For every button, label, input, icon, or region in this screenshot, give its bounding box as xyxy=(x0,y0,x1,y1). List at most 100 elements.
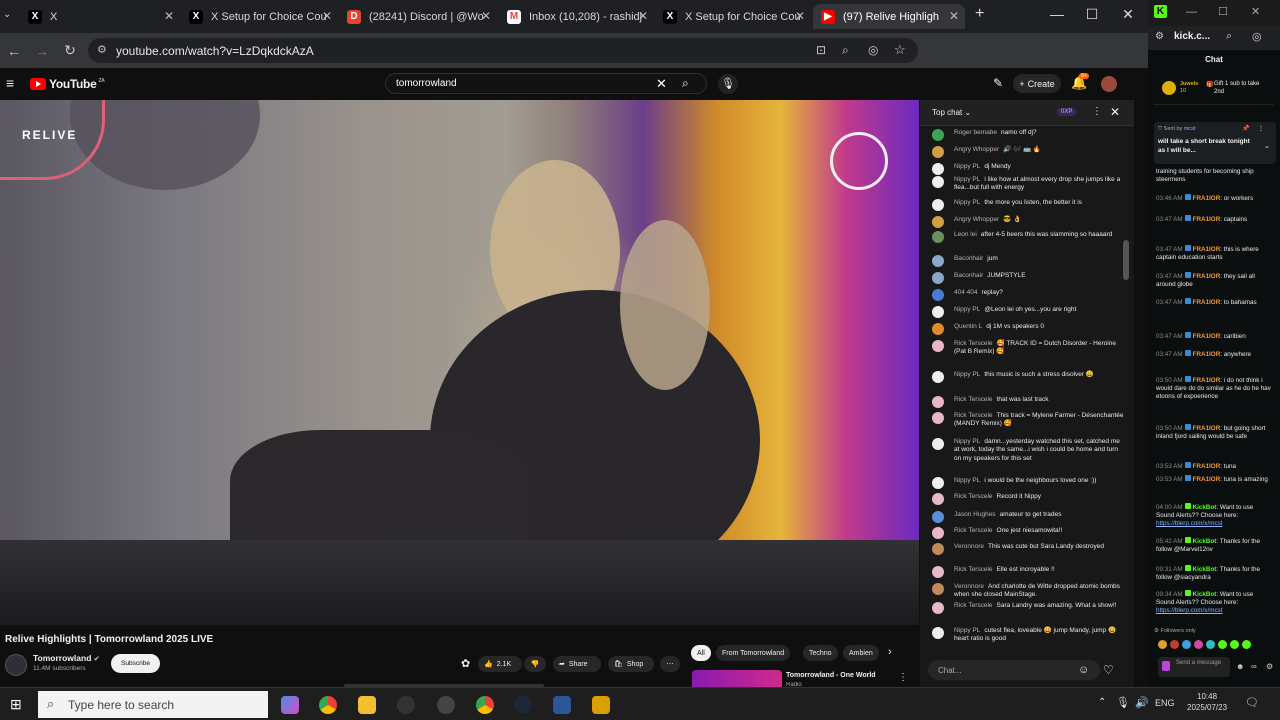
kick-username[interactable]: FRA1IOR xyxy=(1193,216,1221,223)
account-avatar[interactable] xyxy=(1101,76,1117,92)
chat-message[interactable]: Nippy PL cutest flea, loveable 😀 jump Man… xyxy=(932,627,1124,644)
emote-icon[interactable] xyxy=(1194,640,1203,649)
tray-chevron-icon[interactable]: ⌃ xyxy=(1098,697,1106,708)
youtube-logo[interactable]: YouTube ZA xyxy=(30,77,105,91)
kick-chat-message[interactable]: 03:47 AM FRA1IOR: they sail all around gl… xyxy=(1156,272,1272,289)
emote-icon[interactable] xyxy=(1170,640,1179,649)
like-button[interactable]: 👍 2.1K xyxy=(478,656,522,672)
chat-message[interactable]: Rick Terscele that was last track xyxy=(932,396,1124,408)
kick-close-icon[interactable]: ✕ xyxy=(1251,5,1260,18)
kick-message-link[interactable]: https://blerp.com/x/mcst xyxy=(1156,520,1223,527)
kick-eye-off-icon[interactable]: ◎ xyxy=(1252,30,1262,43)
chat-message[interactable]: Rick Terscele Sara Landry was amazing. Wh… xyxy=(932,602,1124,614)
emote-icon[interactable] xyxy=(1230,640,1239,649)
kick-settings-icon[interactable]: ⚙ xyxy=(1266,662,1273,671)
emote-icon[interactable] xyxy=(1206,640,1215,649)
steam-icon[interactable] xyxy=(514,696,532,714)
chat-message[interactable]: Nippy PL i like how at almost every drop … xyxy=(932,176,1124,193)
related-title[interactable]: Tomorrowland - One World xyxy=(786,672,876,679)
new-tab-button[interactable]: + xyxy=(975,5,984,23)
chat-input[interactable]: Chat... xyxy=(928,660,1100,680)
kick-chat-message[interactable]: 03:47 AM FRA1IOR: this is where captain e… xyxy=(1156,245,1272,262)
tray-volume-icon[interactable]: 🔊 xyxy=(1135,696,1149,709)
chat-message[interactable]: Veronnore This was cute but Sara Landy de… xyxy=(932,543,1124,555)
kick-chat-message[interactable]: training students for becoming ship stee… xyxy=(1156,168,1272,184)
kick-username[interactable]: FRA1IOR xyxy=(1193,425,1221,432)
heart-icon[interactable]: ♡ xyxy=(1103,663,1114,677)
emote-icon[interactable] xyxy=(1158,640,1167,649)
word-icon[interactable] xyxy=(553,696,571,714)
kick-minimize-icon[interactable]: — xyxy=(1186,6,1197,18)
kick-username[interactable]: KickBot xyxy=(1193,504,1217,511)
close-tab-icon[interactable]: ✕ xyxy=(322,9,332,23)
chat-scrollbar[interactable] xyxy=(1123,240,1129,280)
top-chat-dropdown[interactable]: Top chat ⌄ xyxy=(932,108,971,117)
chat-message[interactable]: Quentin Ldj 1M vs speakers 0 xyxy=(932,323,1124,335)
tray-time[interactable]: 10:48 xyxy=(1197,692,1217,701)
chip-from-channel[interactable]: From Tomorrowland xyxy=(716,645,791,661)
chat-message[interactable]: Rick Terscele Elle est incroyable !! xyxy=(932,566,1124,578)
chat-message[interactable]: Baconhair jum xyxy=(932,255,1124,267)
chat-message[interactable]: Baconhair JUMPSTYLE xyxy=(932,272,1124,284)
chat-message[interactable]: Jason Hughes amateur to get trades xyxy=(932,511,1124,523)
chip-all[interactable]: All xyxy=(691,645,711,661)
chips-next-icon[interactable]: › xyxy=(888,646,892,658)
kick-chat-message[interactable]: 03:47 AM FRA1IOR: captains xyxy=(1156,215,1272,224)
back-icon[interactable]: ← xyxy=(0,43,28,59)
related-menu-icon[interactable]: ⋮ xyxy=(898,672,908,683)
share-button[interactable]: ➦ Share xyxy=(553,656,601,672)
chat-message[interactable]: Veronnore And charlotte de Witte dropped … xyxy=(932,583,1124,600)
windows-start-icon[interactable]: ⊞ xyxy=(10,696,22,713)
chat-message[interactable]: Rick Terscele One jest niesamowita!! xyxy=(932,527,1124,539)
close-chat-icon[interactable]: ✕ xyxy=(1110,105,1120,119)
kick-username[interactable]: FRA1IOR xyxy=(1193,463,1221,470)
pinned-expand-icon[interactable]: ⌄ xyxy=(1264,142,1270,150)
chrome-icon[interactable] xyxy=(319,696,337,714)
copilot-icon[interactable] xyxy=(281,696,299,714)
emoji-icon[interactable]: ☺ xyxy=(1078,664,1089,676)
kick-site-info-icon[interactable]: ⚙ xyxy=(1155,31,1164,42)
close-tab-icon[interactable]: ✕ xyxy=(164,9,174,23)
close-tab-icon[interactable]: ✕ xyxy=(638,9,648,23)
emote-icon[interactable] xyxy=(1242,640,1251,649)
hamburger-menu-icon[interactable]: ≡ xyxy=(6,75,14,91)
studio-icon[interactable]: ✎ xyxy=(993,76,1003,90)
microphone-icon[interactable]: 🎙 xyxy=(718,74,738,94)
emote-icon[interactable] xyxy=(1182,640,1191,649)
kick-username[interactable]: FRA1IOR xyxy=(1193,351,1221,358)
more-actions-button[interactable]: ⋯ xyxy=(660,656,680,672)
bookmark-star-icon[interactable]: ☆ xyxy=(894,42,906,58)
channel-avatar[interactable] xyxy=(5,654,27,676)
pinned-menu-icon[interactable]: ⋮ xyxy=(1258,125,1264,132)
maximize-icon[interactable]: ☐ xyxy=(1077,6,1107,23)
chat-message[interactable]: Leon lei after 4-5 beers this was slammin… xyxy=(932,231,1124,243)
kick-chat-input[interactable]: Send a message xyxy=(1158,657,1230,677)
browser-tab[interactable]: ▶ (97) Relive Highligh ✕ xyxy=(813,4,965,29)
kick-maximize-icon[interactable]: ☐ xyxy=(1218,5,1228,18)
kick-username[interactable]: FRA1IOR xyxy=(1193,377,1221,384)
browser-tab[interactable]: X X Setup for Choice Cou ✕ xyxy=(181,4,338,29)
site-info-icon[interactable]: ⚙ xyxy=(97,43,107,56)
eye-off-icon[interactable]: ◎ xyxy=(868,43,878,57)
tray-language[interactable]: ENG xyxy=(1155,698,1175,708)
close-window-icon[interactable]: ✕ xyxy=(1113,6,1143,23)
kick-chat-message[interactable]: 03:47 AM FRA1IOR: caribien xyxy=(1156,332,1272,341)
kick-chat-message[interactable]: 03:53 AM FRA1IOR: tuna is amazing xyxy=(1156,475,1272,484)
chrome-profile-icon[interactable] xyxy=(476,696,494,714)
close-tab-icon[interactable]: ✕ xyxy=(481,9,491,23)
kick-chat-message[interactable]: 03:46 AM FRA1IOR: or workers xyxy=(1156,194,1272,203)
chat-message[interactable]: Rick Terscele Record it Nippy xyxy=(932,493,1124,505)
kick-username[interactable]: FRA1IOR xyxy=(1193,246,1221,253)
browser-tab[interactable]: X X ✕ xyxy=(20,4,180,29)
zoom-icon[interactable]: ⌕ xyxy=(842,43,849,58)
kick-pinned-message[interactable]: ⛉ Sent by mcst 📌 ⋮ will take a short bre… xyxy=(1154,122,1276,164)
kick-chat-message[interactable]: 03:50 AM FRA1IOR: but going short inland … xyxy=(1156,424,1272,441)
video-player[interactable]: RELIVE xyxy=(0,100,919,625)
chat-message[interactable]: Nippy PL this music is such a stress diso… xyxy=(932,371,1124,383)
channel-name[interactable]: Tomorrowland ✔ xyxy=(33,653,100,663)
browser-tab[interactable]: M Inbox (10,208) - rashidj ✕ xyxy=(499,4,654,29)
tray-date[interactable]: 2025/07/23 xyxy=(1187,703,1227,712)
kick-username[interactable]: FRA1IOR xyxy=(1193,195,1221,202)
chat-message[interactable]: Nippy PL i would be the neighbours loved … xyxy=(932,477,1124,489)
app-icon[interactable] xyxy=(437,696,455,714)
